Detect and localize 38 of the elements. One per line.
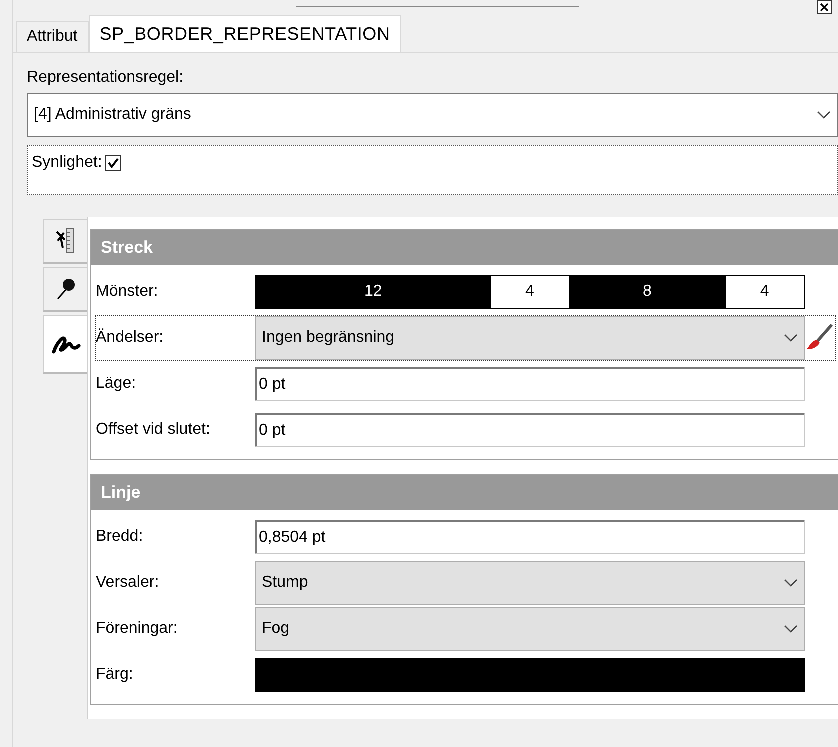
chevron-icon: [784, 579, 798, 587]
side-tab[interactable]: [43, 315, 87, 374]
dash-segment: 12: [256, 276, 491, 308]
input-field[interactable]: 0,8504 pt: [255, 520, 805, 554]
dropdown[interactable]: Ingen begränsning: [255, 316, 805, 360]
field-label: Mönster:: [96, 283, 160, 301]
rule-dropdown[interactable]: [4] Administrativ gräns: [27, 93, 838, 137]
pin-icon: [54, 277, 76, 301]
checkbox[interactable]: [105, 155, 122, 171]
chevron-icon: [784, 334, 798, 342]
dash-segment: 8: [569, 276, 726, 308]
chevron-icon: [817, 111, 831, 119]
field-label: Ändelser:: [96, 329, 165, 347]
close-icon: [820, 2, 829, 12]
ruler-icon: [54, 228, 76, 254]
check-icon: [108, 158, 119, 168]
dropdown[interactable]: Stump: [255, 561, 805, 605]
side-tab[interactable]: [43, 219, 87, 264]
section-header: Streck: [91, 230, 838, 265]
chevron-icon: [784, 625, 798, 633]
close-button[interactable]: [817, 0, 832, 14]
section-header: Linje: [91, 475, 838, 510]
tab[interactable]: Attribut: [16, 21, 89, 52]
checkbox-label: Synlighet:: [32, 154, 102, 172]
field-label: Offset vid slutet:: [96, 421, 212, 439]
dropdown[interactable]: Fog: [255, 607, 805, 651]
field-label: Representationsregel:: [27, 69, 185, 87]
side-tab[interactable]: [43, 267, 87, 312]
field-label: Färg:: [96, 666, 134, 684]
field-label: Bredd:: [96, 528, 144, 546]
field-label: Föreningar:: [96, 620, 179, 638]
dash-pattern[interactable]: 12 4 8 4: [255, 275, 805, 309]
field-label: Läge:: [96, 375, 138, 393]
tab[interactable]: SP_BORDER_REPRESENTATION: [88, 15, 402, 52]
input-field[interactable]: 0 pt: [255, 413, 805, 447]
field-label: Versaler:: [96, 574, 160, 592]
input-field[interactable]: 0 pt: [255, 367, 805, 401]
color-swatch[interactable]: [255, 658, 805, 692]
